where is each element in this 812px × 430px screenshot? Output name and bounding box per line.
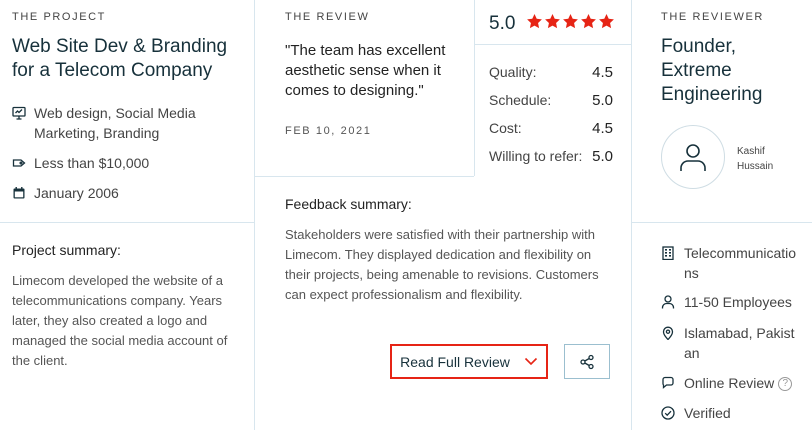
- project-date: January 2006: [12, 183, 234, 203]
- reviewer-review-type-text: Online Review?: [684, 373, 793, 393]
- ratings-divider: [474, 44, 631, 45]
- reviewer-location-text: Islamabad, Pakistan: [684, 325, 795, 361]
- rating-schedule: Schedule: 5.0: [489, 92, 613, 109]
- overall-score: 5.0: [489, 13, 516, 34]
- reviewer-industry-text: Telecommunications: [684, 245, 797, 281]
- project-title: Web Site Dev & Branding for a Telecom Co…: [12, 36, 228, 81]
- project-budget-text: Less than $10,000: [34, 155, 150, 171]
- avatar: [661, 125, 725, 189]
- review-eyebrow: THE REVIEW: [285, 11, 370, 23]
- reviewer-size: 11-50 Employees: [661, 292, 802, 312]
- project-budget: Less than $10,000: [12, 153, 234, 173]
- reviewer-review-type: Online Review?: [661, 373, 793, 393]
- project-summary-text: Limecom developed the website of a telec…: [12, 273, 228, 368]
- star-icon: [527, 14, 542, 29]
- read-full-review-label: Read Full Review: [400, 353, 510, 370]
- reviewer-industry: Telecommunications: [661, 243, 802, 283]
- star-icon: [545, 14, 560, 29]
- reviewer-title: Founder, Extreme Engineering: [661, 36, 763, 105]
- star-icon: [581, 14, 596, 29]
- read-full-review-button[interactable]: Read Full Review: [390, 344, 548, 379]
- rating-label: Willing to refer:: [489, 148, 583, 164]
- chevron-down-icon: [524, 357, 537, 366]
- location-pin-icon: [662, 326, 674, 340]
- feedback-text: Stakeholders were satisfied with their p…: [285, 227, 599, 302]
- help-icon[interactable]: ?: [778, 377, 793, 392]
- project-date-text: January 2006: [34, 185, 119, 201]
- reviewer-name: Kashif Hussain: [737, 146, 774, 172]
- rating-value: 5.0: [592, 92, 613, 109]
- star-icon: [599, 14, 614, 29]
- share-button[interactable]: [564, 344, 610, 379]
- review-date: FEB 10, 2021: [285, 125, 372, 137]
- review-quote: "The team has excellent aesthetic sense …: [285, 42, 446, 99]
- rating-value: 4.5: [592, 64, 613, 81]
- reviewer-divider: [631, 222, 812, 223]
- feedback-heading: Feedback summary:: [285, 196, 412, 212]
- column-divider-2: [631, 0, 632, 430]
- user-icon: [680, 144, 706, 171]
- rating-label: Quality:: [489, 64, 537, 80]
- share-icon: [580, 354, 594, 369]
- rating-label: Cost:: [489, 120, 522, 136]
- star-icon: [563, 14, 578, 29]
- reviewer-size-text: 11-50 Employees: [684, 294, 792, 310]
- chat-bubble-icon: [662, 376, 674, 389]
- project-eyebrow: THE PROJECT: [12, 11, 106, 23]
- project-services-text: Web design, Social Media Marketing, Bran…: [34, 105, 196, 141]
- star-rating: [526, 13, 615, 30]
- rating-willing-to-refer: Willing to refer: 5.0: [489, 148, 613, 165]
- person-icon: [661, 295, 675, 309]
- ratings-side-divider: [474, 0, 475, 176]
- rating-value: 4.5: [592, 120, 613, 137]
- reviewer-eyebrow: THE REVIEWER: [661, 11, 764, 23]
- building-icon: [662, 246, 674, 260]
- project-summary-heading: Project summary:: [12, 242, 121, 258]
- calendar-icon: [13, 187, 25, 199]
- check-circle-icon: [661, 406, 675, 420]
- project-services: Web design, Social Media Marketing, Bran…: [12, 103, 234, 143]
- review-divider: [254, 176, 474, 177]
- reviewer-location: Islamabad, Pakistan: [661, 323, 802, 363]
- reviewer-verified-text: Verified: [684, 405, 731, 421]
- column-divider-1: [254, 0, 255, 430]
- monitor-icon: [12, 106, 26, 120]
- tag-icon: [12, 159, 26, 167]
- reviewer-verified: Verified: [661, 403, 802, 423]
- review-type-label: Online Review: [684, 375, 775, 391]
- rating-label: Schedule:: [489, 92, 552, 108]
- rating-quality: Quality: 4.5: [489, 64, 613, 81]
- rating-value: 5.0: [592, 148, 613, 165]
- project-divider: [0, 222, 254, 223]
- rating-cost: Cost: 4.5: [489, 120, 613, 137]
